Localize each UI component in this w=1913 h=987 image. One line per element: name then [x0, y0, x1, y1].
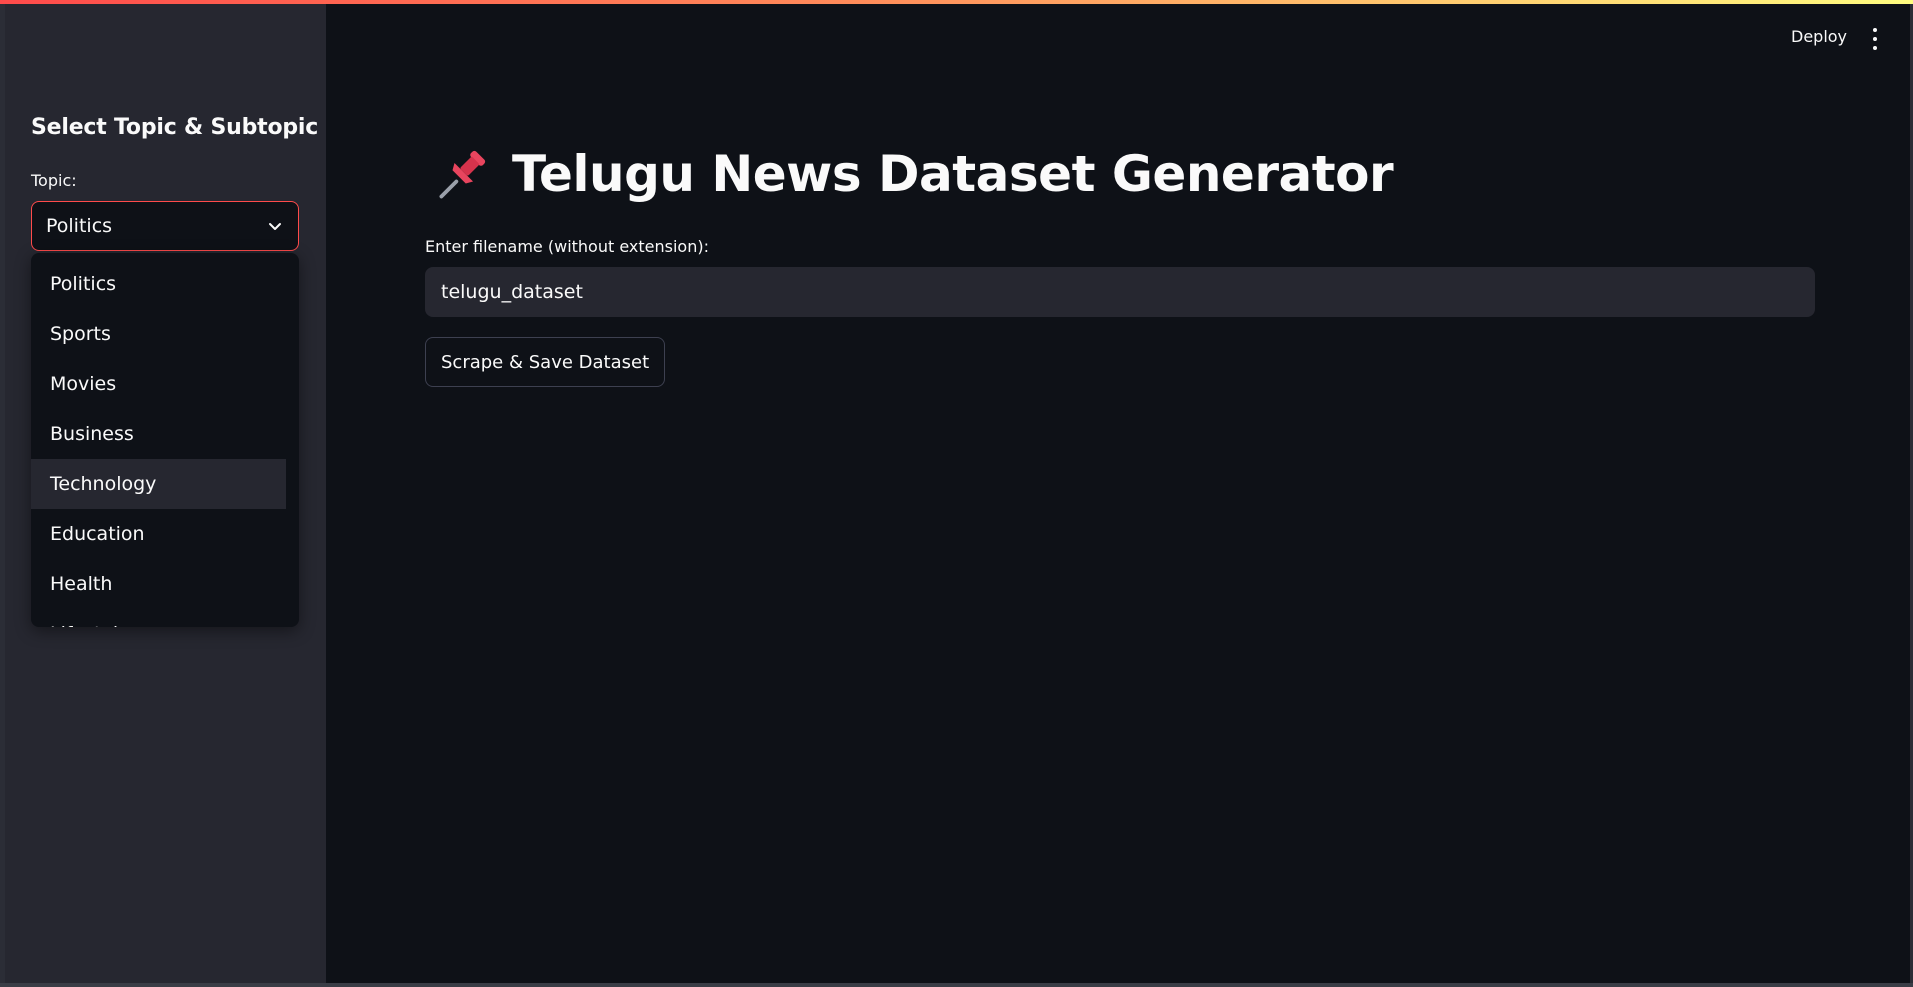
sidebar: Select Topic & Subtopic Topic: Politics … [0, 0, 326, 987]
dropdown-option[interactable]: Health [31, 559, 286, 609]
top-decoration-bar [0, 0, 1913, 4]
deploy-button[interactable]: Deploy [1791, 27, 1847, 46]
dropdown-option[interactable]: Movies [31, 359, 286, 409]
dropdown-option[interactable]: Business [31, 409, 286, 459]
topic-label: Topic: [31, 171, 77, 190]
filename-input[interactable] [425, 267, 1815, 317]
scrape-save-button[interactable]: Scrape & Save Dataset [425, 337, 666, 387]
dropdown-option[interactable]: Sports [31, 309, 286, 359]
dropdown-option[interactable]: Technology [31, 459, 286, 509]
chevron-down-icon[interactable] [266, 217, 284, 235]
dropdown-option[interactable]: Lifestyle [31, 609, 286, 627]
sidebar-title: Select Topic & Subtopic [31, 115, 319, 140]
window-edge-left [0, 0, 5, 987]
topic-select-value: Politics [46, 215, 113, 237]
topic-options-list: Politics Sports Movies Business Technology Ed… [31, 253, 299, 627]
dropdown-option[interactable]: Education [31, 509, 286, 559]
kebab-menu-icon[interactable] [1868, 28, 1882, 50]
pushpin-icon [439, 150, 486, 199]
page-title-text: Telugu News Dataset Generator [512, 145, 1394, 203]
topic-dropdown-menu: Politics Sports Movies Business Technology Ed… [31, 253, 299, 627]
dropdown-option[interactable]: Politics [31, 259, 286, 309]
app-window: Select Topic & Subtopic Topic: Politics … [0, 0, 1913, 987]
topic-select[interactable]: Politics [31, 201, 299, 251]
window-edge-bottom [0, 983, 1913, 987]
filename-label: Enter filename (without extension): [425, 237, 709, 256]
page-title: Telugu News Dataset Generator [432, 144, 1394, 204]
